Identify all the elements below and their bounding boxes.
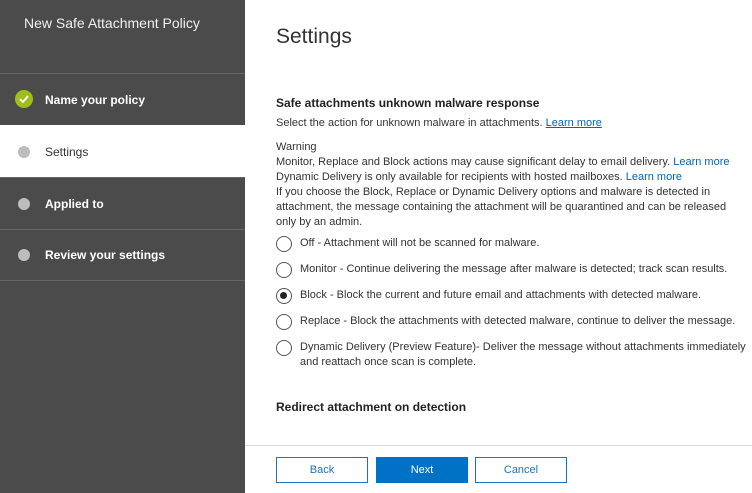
step-label: Settings [45,144,89,159]
step-dot-icon [18,249,30,261]
step-dot-icon [18,145,30,158]
section-description: Select the action for unknown malware in… [276,117,602,129]
warning-line: Monitor, Replace and Block actions may c… [276,156,730,168]
step-label: Name your policy [45,92,146,107]
wizard-title: New Safe Attachment Policy [24,15,200,31]
option-block[interactable]: Block - Block the current and future ema… [276,288,746,304]
page-title: Settings [276,25,352,48]
option-replace[interactable]: Replace - Block the attachments with det… [276,314,746,330]
section-heading-redirect: Redirect attachment on detection [276,400,467,414]
checkmark-icon [15,89,33,108]
redirect-section: Redirect attachment on detection [276,400,746,414]
section-heading-malware-response: Safe attachments unknown malware respons… [276,96,540,110]
step-name-your-policy[interactable]: Name your policy [0,73,245,125]
step-applied-to[interactable]: Applied to [0,177,245,229]
wizard-footer: Back Next Cancel [245,445,752,493]
wizard-sidebar: New Safe Attachment Policy Name your pol… [0,0,245,493]
next-button[interactable]: Next [376,457,468,483]
option-off[interactable]: Off - Attachment will not be scanned for… [276,236,746,252]
settings-panel: Settings Safe attachments unknown malwar… [245,0,752,445]
step-review-your-settings[interactable]: Review your settings [0,229,245,281]
option-label: Monitor - Continue delivering the messag… [300,263,728,275]
radio-button[interactable] [276,262,292,278]
step-dot-icon [18,197,30,210]
warning-line: If you choose the Block, Replace or Dyna… [276,186,727,228]
settings-content: Safe attachments unknown malware respons… [276,96,746,420]
back-button[interactable]: Back [276,457,368,483]
step-label: Review your settings [45,248,166,262]
radio-button-selected[interactable] [276,288,292,304]
option-dynamic-delivery[interactable]: Dynamic Delivery (Preview Feature)- Deli… [276,340,746,370]
radio-button[interactable] [276,314,292,330]
option-label: Replace - Block the attachments with det… [300,315,736,327]
option-label: Block - Block the current and future ema… [300,289,702,301]
wizard-steps: Name your policy Settings Applied to Rev… [0,73,245,281]
learn-more-link[interactable]: Learn more [673,156,729,168]
option-monitor[interactable]: Monitor - Continue delivering the messag… [276,262,746,278]
radio-button[interactable] [276,340,292,356]
radio-button[interactable] [276,236,292,252]
warning-line: Dynamic Delivery is only available for r… [276,171,682,183]
warning-block: Warning Monitor, Replace and Block actio… [276,140,746,230]
step-settings[interactable]: Settings [0,125,245,177]
step-label: Applied to [45,196,104,211]
malware-response-options: Off - Attachment will not be scanned for… [276,236,746,370]
learn-more-link[interactable]: Learn more [546,117,602,129]
option-label: Dynamic Delivery (Preview Feature)- Deli… [300,341,746,368]
option-label: Off - Attachment will not be scanned for… [300,237,540,249]
cancel-button[interactable]: Cancel [475,457,567,483]
learn-more-link[interactable]: Learn more [626,171,682,183]
warning-label: Warning [276,141,317,153]
